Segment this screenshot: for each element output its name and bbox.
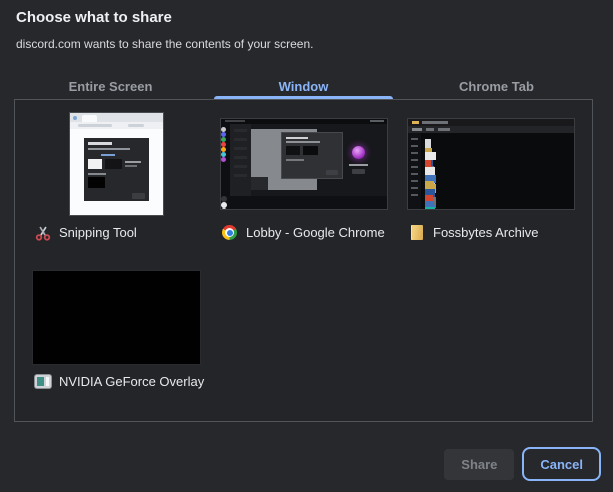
thumb-wrap	[28, 271, 205, 364]
window-label: Fossbytes Archive	[433, 225, 539, 240]
chrome-icon	[221, 224, 238, 241]
window-option-lobby-google-chrome[interactable]: Lobby - Google Chrome	[215, 112, 392, 241]
window-thumbnail-fossbytes-archive[interactable]	[408, 119, 574, 209]
tab-label: Chrome Tab	[459, 79, 534, 94]
folder-icon	[408, 224, 425, 241]
tab-label: Entire Screen	[69, 79, 153, 94]
window-picker-panel: Snipping Tool	[14, 99, 593, 422]
thumb-wrap	[402, 112, 579, 215]
window-option-snipping-tool[interactable]: Snipping Tool	[28, 112, 205, 241]
cancel-button[interactable]: Cancel	[522, 447, 601, 481]
dialog-subtitle: discord.com wants to share the contents …	[16, 37, 313, 51]
window-thumbnail-nvidia-overlay[interactable]	[33, 271, 200, 364]
window-label: Snipping Tool	[59, 225, 137, 240]
thumb-wrap	[28, 112, 205, 215]
tab-bar: Entire Screen Window Chrome Tab	[14, 73, 593, 99]
window-option-nvidia-geforce-overlay[interactable]: NVIDIA GeForce Overlay	[28, 271, 205, 390]
app-window-icon	[34, 373, 51, 390]
window-grid: Snipping Tool	[15, 100, 592, 402]
window-thumbnail-lobby-chrome[interactable]	[221, 119, 387, 209]
tab-entire-screen[interactable]: Entire Screen	[14, 73, 207, 99]
dialog-title: Choose what to share	[16, 9, 172, 26]
window-label-row: Fossbytes Archive	[402, 224, 579, 241]
window-thumbnail-snipping-tool[interactable]	[70, 113, 163, 215]
window-label-row: NVIDIA GeForce Overlay	[28, 373, 205, 390]
window-label-row: Lobby - Google Chrome	[215, 224, 392, 241]
share-button[interactable]: Share	[444, 449, 514, 480]
window-label: Lobby - Google Chrome	[246, 225, 385, 240]
window-label: NVIDIA GeForce Overlay	[59, 374, 204, 389]
tab-window[interactable]: Window	[207, 73, 400, 99]
dialog-footer: Share Cancel	[444, 447, 601, 481]
window-label-row: Snipping Tool	[28, 224, 205, 241]
tab-chrome-tab[interactable]: Chrome Tab	[400, 73, 593, 99]
thumb-wrap	[215, 112, 392, 215]
snipping-tool-icon	[34, 224, 51, 241]
window-option-fossbytes-archive[interactable]: Fossbytes Archive	[402, 112, 579, 241]
tab-label: Window	[279, 79, 329, 94]
